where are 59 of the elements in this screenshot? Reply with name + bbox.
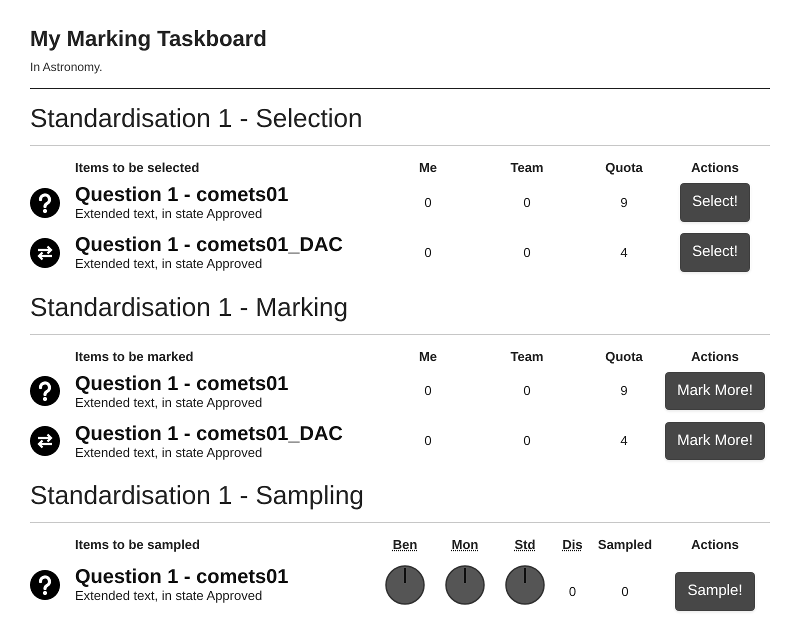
item-description: Extended text, in state Approved [75,206,264,221]
table-cell-text: 9 [619,382,629,400]
table-cell-text: 4 [619,244,629,262]
item-description: Extended text, in state Approved [75,588,264,603]
action-button[interactable]: Sample! [675,572,755,611]
column-header: Sampled [596,536,654,554]
column-header: Items to be marked [74,348,194,366]
table-cell-text: 0 [522,244,532,262]
item-description: Extended text, in state Approved [75,444,264,460]
section-heading: Standardisation 1 - Sampling [30,479,365,512]
table-cell-text: 0 [522,382,532,400]
table-cell-text: 0 [423,194,433,212]
column-header: Std [514,536,536,554]
table-cell-text: 0 [522,194,532,212]
question-icon [30,570,60,600]
column-header: Items to be selected [74,159,200,177]
item-title: Question 1 - comets01 [75,184,288,206]
column-header: Quota [604,159,644,177]
column-header: Team [510,159,544,177]
table-cell-text: 9 [619,194,629,212]
table-cell-text: 0 [620,582,630,601]
item-title: Question 1 - comets01_DAC [75,234,343,256]
action-button[interactable]: Mark More! [665,422,765,460]
section-heading: Standardisation 1 - Marking [30,290,349,324]
column-header: Mon [450,536,480,554]
item-title: Question 1 - comets01_DAC [75,422,343,444]
section-heading: Standardisation 1 - Selection [30,102,364,135]
column-header: Quota [604,348,644,366]
table-cell-text: 0 [423,244,433,262]
column-header: Me [418,348,438,366]
column-header: Actions [690,159,740,177]
column-header: Ben [392,536,418,554]
swap-arrows-icon [30,426,60,456]
column-header: Items to be sampled [74,536,201,554]
table-cell-text: 4 [619,432,629,450]
dial-icon [385,564,425,604]
table-cell-text: 0 [423,382,433,400]
item-title: Question 1 - comets01 [75,566,288,588]
question-icon [30,376,60,406]
action-button[interactable]: Select! [680,233,750,272]
column-header: Team [510,348,544,366]
column-header: Me [418,159,438,177]
column-header: Actions [690,536,740,554]
item-description: Extended text, in state Approved [75,256,264,271]
dial-icon [505,564,545,604]
column-header: Actions [690,348,740,366]
action-button[interactable]: Select! [680,183,750,222]
swap-arrows-icon [30,238,60,268]
item-title: Question 1 - comets01 [75,372,288,394]
question-icon [30,188,60,218]
page-subtitle: In Astronomy. [30,59,104,76]
action-button[interactable]: Mark More! [665,372,765,410]
table-cell-text: 0 [423,432,433,450]
page-title: My Marking Taskboard [30,26,268,52]
table-cell-text: 0 [568,582,578,601]
item-description: Extended text, in state Approved [75,394,264,410]
table-cell-text: 0 [522,432,532,450]
dial-icon [445,564,485,604]
column-header: Dis [561,536,584,554]
